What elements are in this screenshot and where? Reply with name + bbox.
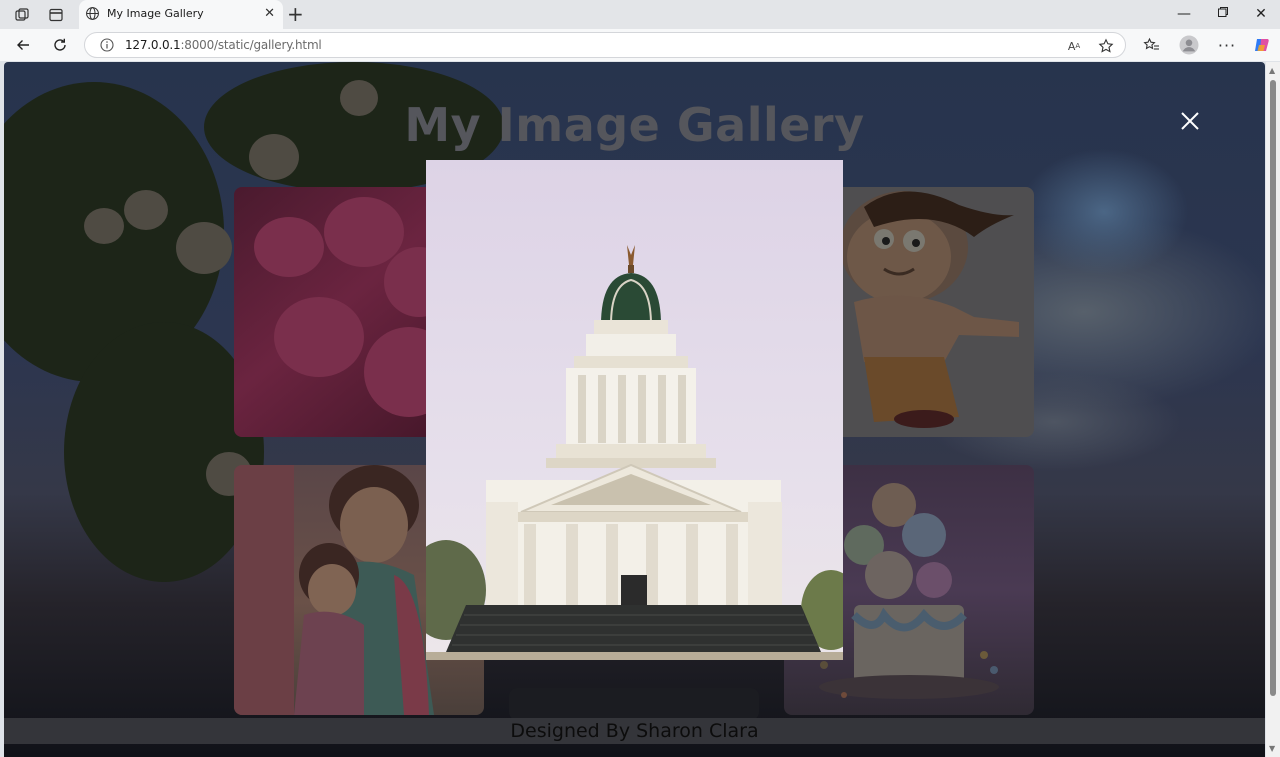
profile-avatar[interactable] [1179, 35, 1199, 55]
background-flower [84, 208, 124, 244]
tab-actions-icon[interactable] [47, 6, 65, 24]
page-viewport: My Image Gallery Designed By Sharon Clar… [4, 62, 1265, 757]
globe-icon [85, 6, 100, 25]
footer: Designed By Sharon Clara [4, 718, 1265, 744]
domed-building-icon [426, 245, 843, 660]
tab-my-image-gallery[interactable]: My Image Gallery ✕ [79, 0, 283, 29]
more-options-icon[interactable]: ··· [1217, 35, 1237, 55]
address-box[interactable]: 127.0.0.1:8000/static/gallery.html AA [84, 32, 1126, 58]
url-text[interactable]: 127.0.0.1:8000/static/gallery.html [125, 38, 322, 52]
refresh-icon[interactable] [50, 35, 70, 55]
restore-icon[interactable] [1208, 4, 1238, 24]
footer-credit: Designed By Sharon Clara [510, 720, 759, 742]
scrollbar-thumb[interactable] [1270, 80, 1276, 696]
lightbox-image[interactable] [426, 160, 843, 660]
read-aloud-icon[interactable]: AA [1065, 37, 1083, 55]
close-icon[interactable] [1177, 108, 1203, 134]
page-title: My Image Gallery [404, 98, 865, 152]
close-window-icon[interactable]: ✕ [1246, 4, 1276, 24]
minimize-icon[interactable]: — [1169, 4, 1199, 24]
tab-title: My Image Gallery [107, 7, 204, 20]
background-flower [176, 222, 232, 274]
tab-bar: My Image Gallery ✕ + — ✕ [0, 0, 1280, 29]
back-icon[interactable] [13, 35, 33, 55]
new-tab-icon[interactable]: + [287, 4, 304, 24]
url-host: 127.0.0.1 [125, 38, 181, 52]
workspaces-icon[interactable] [13, 6, 31, 24]
page-scrollbar[interactable]: ▲ ▼ [1266, 62, 1280, 757]
copilot-icon[interactable] [1252, 35, 1272, 55]
scroll-down-icon[interactable]: ▼ [1269, 744, 1275, 753]
scroll-up-icon[interactable]: ▲ [1269, 66, 1275, 75]
tab-close-icon[interactable]: ✕ [264, 6, 275, 22]
address-bar-row: 127.0.0.1:8000/static/gallery.html AA ··… [0, 29, 1280, 61]
favorite-star-icon[interactable] [1097, 37, 1115, 55]
partial-thumbnail[interactable] [509, 688, 759, 720]
background-flower [124, 190, 168, 230]
site-info-icon[interactable] [99, 37, 115, 57]
favorites-icon[interactable] [1141, 35, 1161, 55]
url-path: :8000/static/gallery.html [180, 38, 322, 52]
